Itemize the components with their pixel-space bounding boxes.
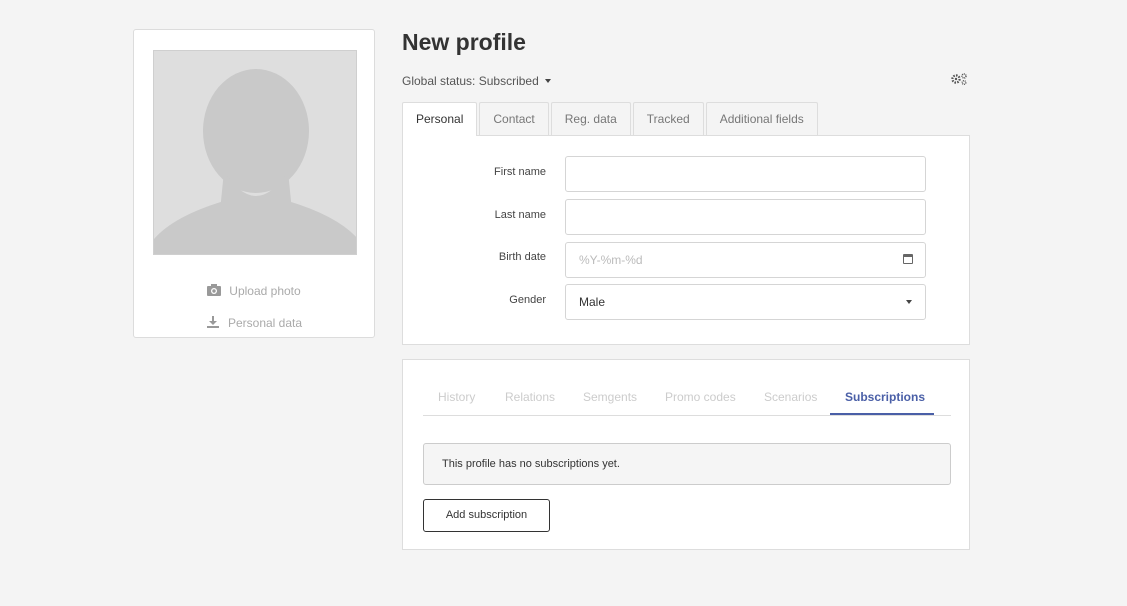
empty-subscriptions-notice: This profile has no subscriptions yet. [423, 443, 951, 485]
avatar-placeholder [153, 50, 357, 255]
birth-date-field[interactable]: %Y-%m-%d [565, 242, 926, 278]
first-name-field[interactable] [565, 156, 926, 192]
tab-promo-codes[interactable]: Promo codes [665, 390, 736, 404]
tab-tracked[interactable]: Tracked [632, 102, 704, 135]
profile-tabs: Personal Contact Reg. data Tracked Addit… [402, 102, 820, 136]
tab-additional-fields[interactable]: Additional fields [705, 102, 818, 135]
chevron-down-icon [906, 300, 912, 304]
tab-segments[interactable]: Semgents [583, 390, 637, 404]
profile-details-card: History Relations Semgents Promo codes S… [402, 359, 970, 550]
personal-data-label: Personal data [227, 316, 303, 330]
tab-subscriptions[interactable]: Subscriptions [845, 390, 925, 404]
gender-label: Gender [509, 294, 546, 306]
birth-date-placeholder: %Y-%m-%d [579, 253, 643, 267]
silhouette-icon [154, 51, 356, 254]
tab-history[interactable]: History [438, 390, 475, 404]
active-tab-underline [830, 413, 934, 415]
camera-icon [207, 284, 222, 296]
tab-personal[interactable]: Personal [402, 102, 478, 136]
chevron-down-icon [544, 79, 551, 83]
personal-data-button[interactable]: Personal data [134, 316, 374, 330]
last-name-field[interactable] [565, 199, 926, 235]
download-icon [206, 316, 220, 328]
global-status-dropdown[interactable]: Subscribed [479, 74, 551, 88]
profile-photo-card: Upload photo Personal data [133, 29, 375, 338]
tab-contact[interactable]: Contact [479, 102, 549, 135]
calendar-icon[interactable] [903, 254, 913, 264]
global-status-label: Global status: [402, 74, 476, 88]
tab-reg-data[interactable]: Reg. data [550, 102, 631, 135]
personal-form: First name Last name Birth date %Y-%m-%d… [402, 135, 970, 345]
settings-gears-icon[interactable] [951, 73, 968, 88]
details-tabs: History Relations Semgents Promo codes S… [423, 382, 951, 416]
gender-value: Male [579, 295, 606, 309]
first-name-label: First name [494, 166, 546, 178]
upload-photo-label: Upload photo [229, 284, 301, 298]
page-title: New profile [402, 29, 526, 55]
last-name-label: Last name [494, 209, 546, 221]
tab-relations[interactable]: Relations [505, 390, 555, 404]
add-subscription-button[interactable]: Add subscription [423, 499, 550, 532]
global-status-value: Subscribed [478, 74, 539, 88]
tab-scenarios[interactable]: Scenarios [764, 390, 817, 404]
gender-select[interactable]: Male [565, 284, 926, 320]
global-status: Global status: Subscribed [402, 74, 551, 88]
upload-photo-button[interactable]: Upload photo [134, 284, 374, 298]
birth-date-label: Birth date [498, 251, 546, 263]
